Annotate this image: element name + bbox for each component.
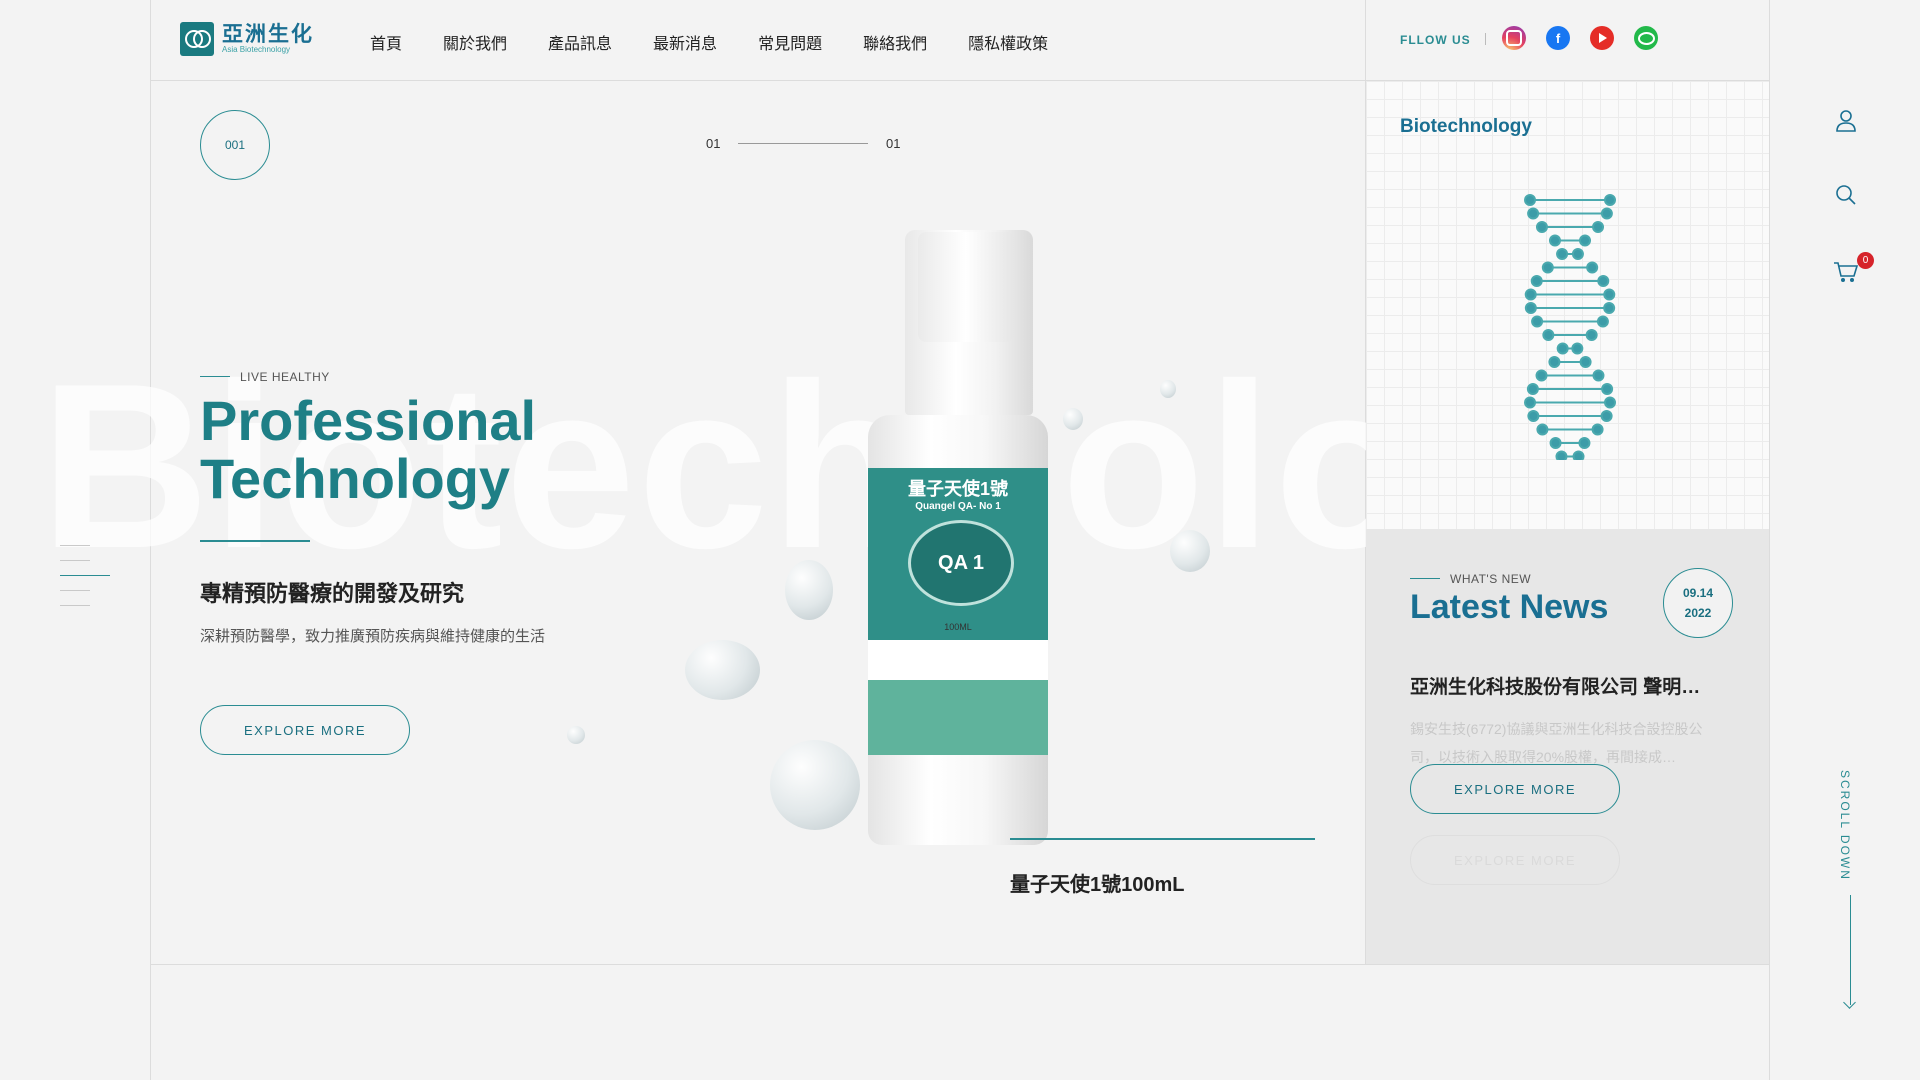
cart-icon[interactable] (1832, 258, 1860, 286)
nav-item-contact[interactable]: 聯絡我們 (863, 30, 927, 54)
user-icon[interactable] (1832, 107, 1860, 135)
follow-divider (1485, 33, 1486, 45)
water-drop (1160, 380, 1176, 398)
bottle-label-title: 量子天使1號 Quangel QA- No 1 (875, 475, 1041, 512)
instagram-icon[interactable] (1502, 26, 1526, 50)
nav-item-about[interactable]: 關於我們 (443, 30, 507, 54)
slide-indicator-line[interactable] (60, 605, 90, 606)
water-drop (770, 740, 860, 830)
hero-subtitle: 專精預防醫療的開發及研究 (200, 581, 465, 606)
news-title: Latest News (1410, 588, 1609, 626)
site-header: 亞洲生化 Asia Biotechnology 首頁 關於我們 產品訊息 最新消… (0, 0, 1920, 80)
news-eyebrow: WHAT'S NEW (1450, 572, 1532, 586)
follow-us-label: FLLOW US (1400, 33, 1471, 47)
bottle-volume: 100ML (944, 622, 972, 632)
bottle-label-band (868, 680, 1048, 755)
youtube-icon[interactable] (1590, 26, 1614, 50)
news-headline[interactable]: 亞洲生化科技股份有限公司 聲明… (1410, 672, 1730, 699)
nav-item-faq[interactable]: 常見問題 (758, 30, 822, 54)
hero-description: 深耕預防醫學，致力推廣預防疾病與維持健康的生活 (200, 628, 546, 645)
product-name-line (1010, 838, 1315, 840)
brand-name-en: Asia Biotechnology (222, 45, 291, 54)
hero-title-line2: Technology (200, 447, 511, 510)
water-drop (685, 640, 760, 700)
brand-logo[interactable]: 亞洲生化 Asia Biotechnology (180, 22, 314, 56)
facebook-icon[interactable]: f (1546, 26, 1570, 50)
brand-name-cn: 亞洲生化 (222, 21, 314, 46)
line-icon[interactable] (1634, 26, 1658, 50)
cart-count-badge: 0 (1857, 252, 1874, 269)
pager-current: 01 (706, 136, 721, 151)
biotech-label: Biotechnology (1400, 116, 1532, 137)
hero-title: Professional Technology (200, 392, 536, 508)
dna-helix-icon (1524, 194, 1616, 460)
slide-indicator (60, 545, 110, 620)
scroll-arrow-icon (1843, 996, 1856, 1009)
bottle-label-mid (868, 640, 1048, 680)
pager-total: 01 (886, 136, 901, 151)
main-nav: 首頁 關於我們 產品訊息 最新消息 常見問題 聯絡我們 隱私權政策 (370, 30, 1089, 54)
news-excerpt: 錫安生技(6772)協議與亞洲生化科技合設控股公司，以技術入股取得20%股權，再… (1410, 721, 1703, 765)
slide-indicator-line-active[interactable] (60, 575, 110, 576)
slide-indicator-line[interactable] (60, 590, 90, 591)
nav-item-home[interactable]: 首頁 (370, 30, 402, 54)
nav-item-news[interactable]: 最新消息 (653, 30, 717, 54)
footer-divider (150, 964, 1769, 965)
slide-indicator-line[interactable] (60, 545, 90, 546)
news-date-day: 09.14 (1682, 586, 1714, 600)
slide-number-badge: 001 (200, 110, 270, 180)
slide-indicator-line[interactable] (60, 560, 90, 561)
water-drop (1170, 530, 1210, 572)
news-date-year: 2022 (1684, 606, 1712, 620)
search-icon[interactable] (1832, 181, 1860, 209)
scroll-down-label[interactable]: SCROLL DOWN (1838, 770, 1852, 881)
bottle-badge: QA 1 (908, 520, 1014, 606)
water-drop (567, 726, 585, 744)
news-explore-button-ghost[interactable]: EXPLORE MORE (1410, 835, 1620, 885)
hero-explore-button[interactable]: EXPLORE MORE (200, 705, 410, 755)
news-explore-button[interactable]: EXPLORE MORE (1410, 764, 1620, 814)
water-drop (785, 560, 833, 620)
water-drop (1063, 408, 1083, 430)
scroll-down-line (1850, 895, 1851, 1005)
nav-item-privacy[interactable]: 隱私權政策 (968, 30, 1048, 54)
eyebrow-line (200, 376, 230, 377)
hero-title-line1: Professional (200, 389, 537, 452)
news-date-badge: 09.14 2022 (1663, 568, 1733, 638)
product-name[interactable]: 量子天使1號100mL (1010, 868, 1185, 897)
news-eyebrow-line (1410, 578, 1440, 579)
frame-line-right (1769, 0, 1770, 1080)
hero-title-underline (200, 540, 310, 542)
nav-item-products[interactable]: 產品訊息 (548, 30, 612, 54)
bottle-label-title-cn: 量子天使1號 (907, 479, 1008, 499)
bottle-sprayer (918, 232, 1014, 342)
hero-eyebrow: LIVE HEALTHY (240, 370, 330, 384)
pager-progress-line (738, 143, 868, 144)
logo-mark-icon (180, 22, 214, 56)
bottle-label-sub: Quangel QA- No 1 (915, 501, 1001, 512)
